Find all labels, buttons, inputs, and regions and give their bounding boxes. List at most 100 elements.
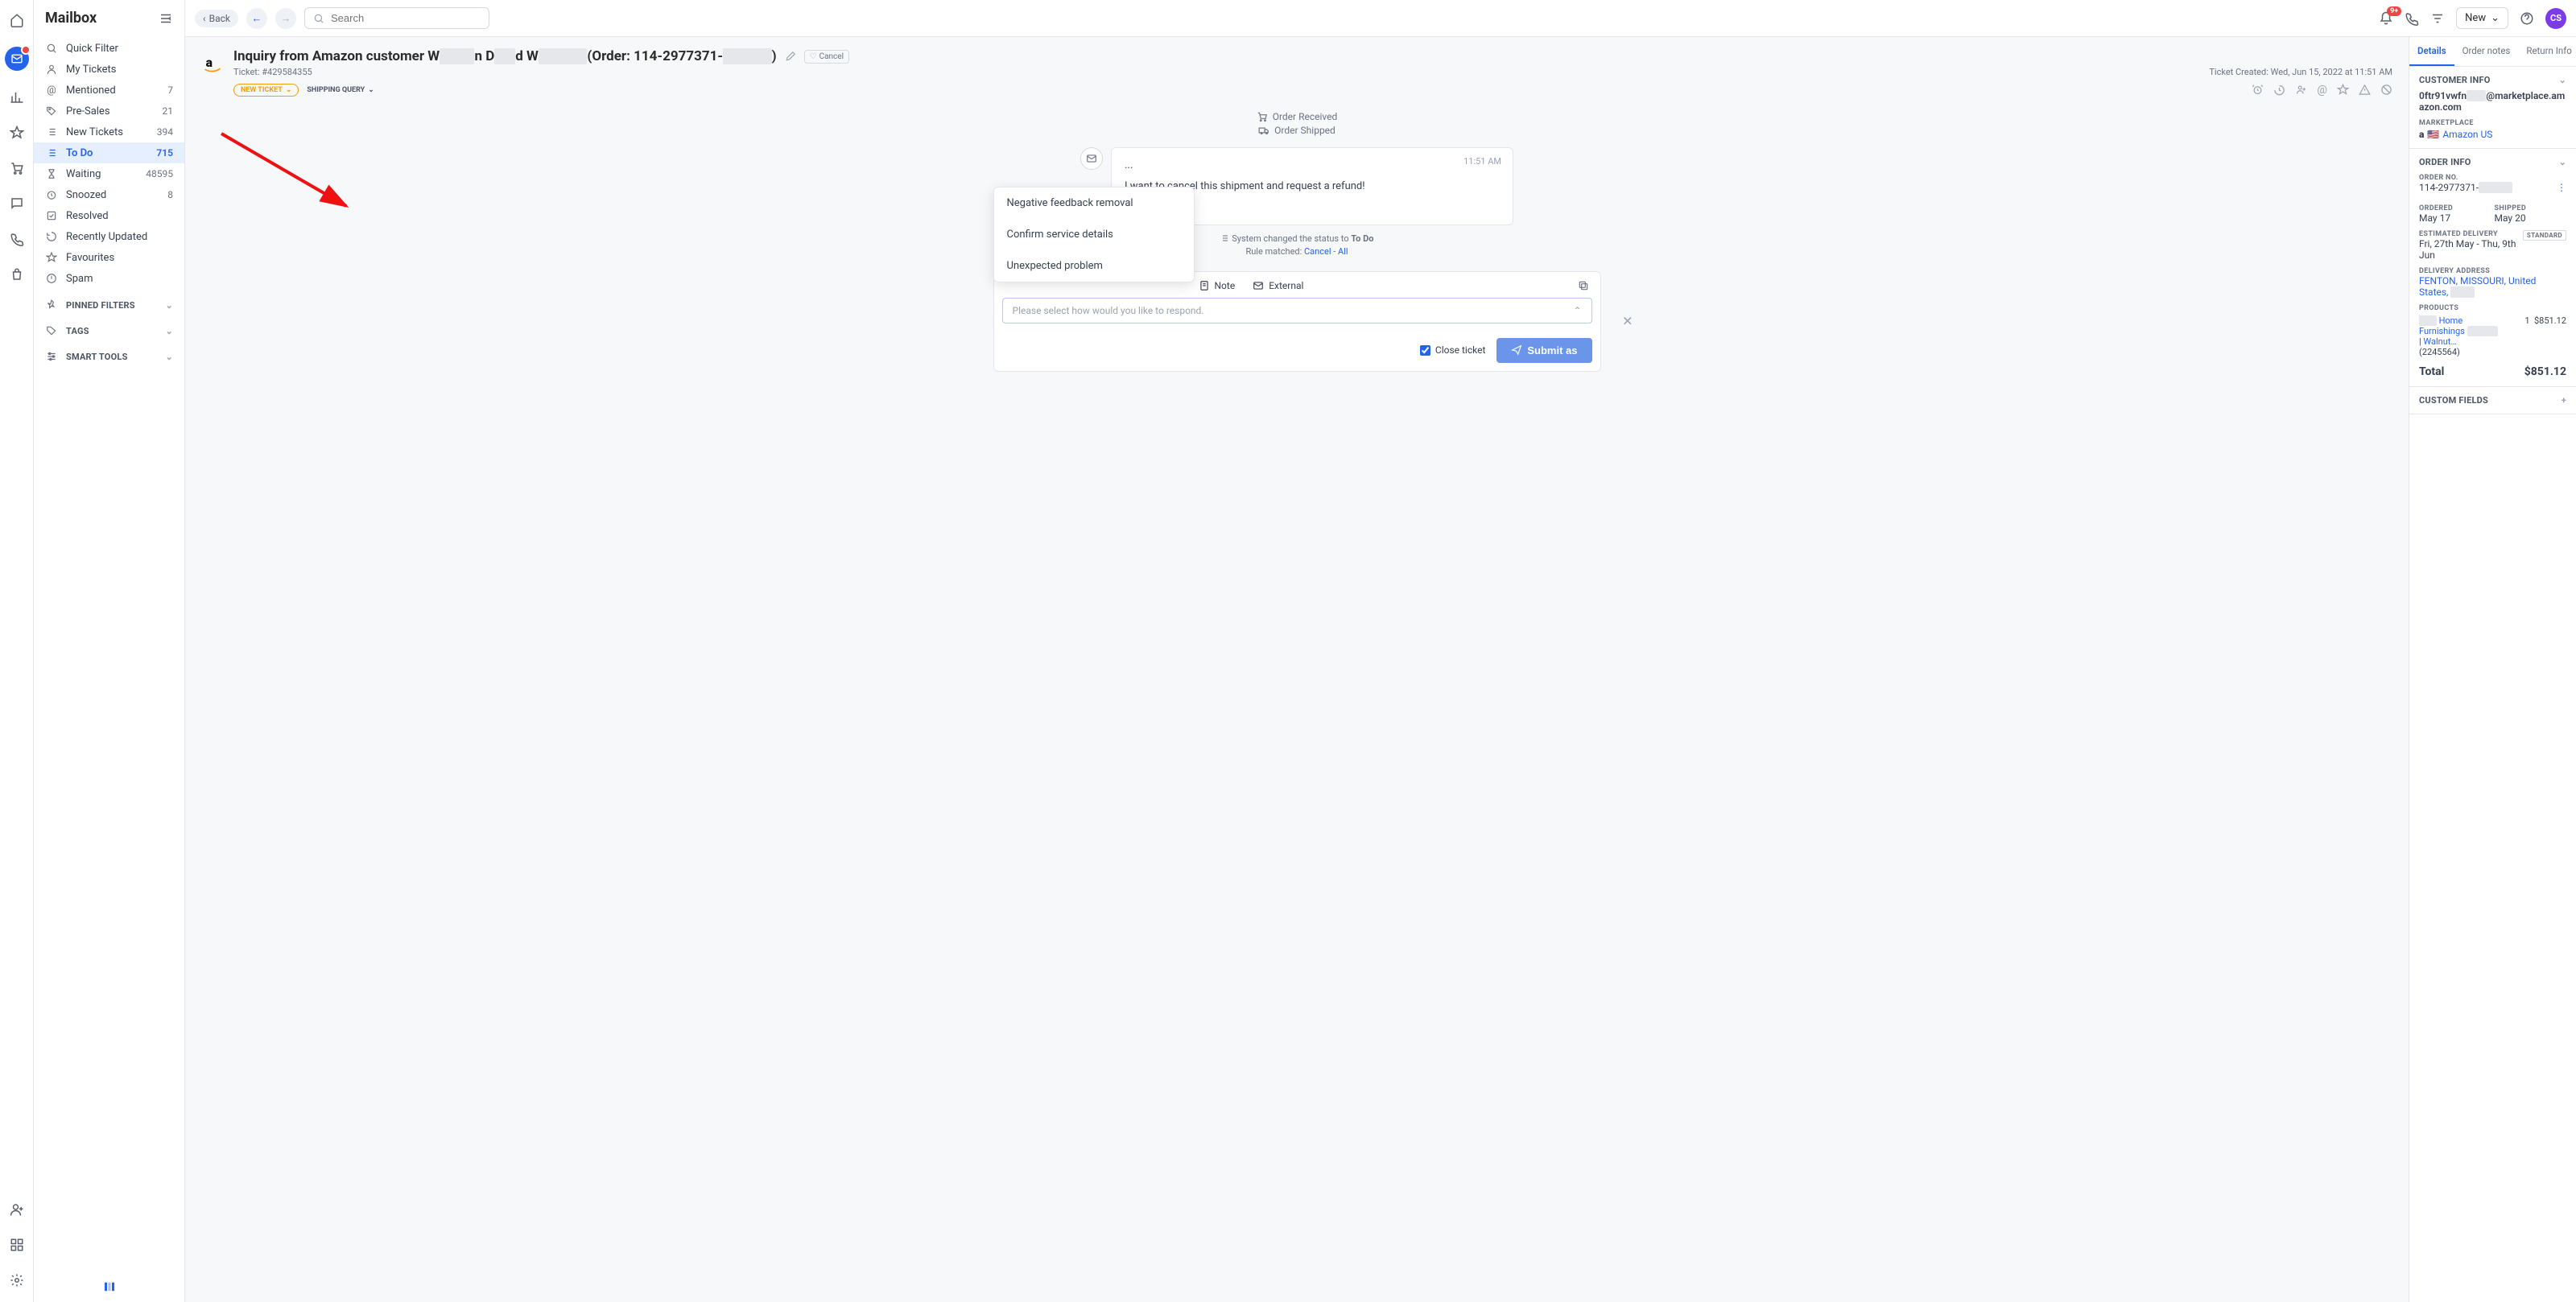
left-icon-rail: [0, 0, 34, 1302]
reply-respond-dropdown[interactable]: Please select how would you like to resp…: [1002, 298, 1592, 323]
sidebar-item-snoozed[interactable]: Snoozed8: [34, 184, 184, 205]
reply-tab-external[interactable]: External: [1253, 280, 1303, 291]
status-pill-new-ticket[interactable]: NEW TICKET ⌄: [233, 84, 299, 97]
apps-icon[interactable]: [8, 1236, 26, 1254]
order-events: Order Received Order Shipped: [201, 111, 2392, 136]
sidebar-item-to-do[interactable]: To Do715: [34, 142, 184, 163]
chevron-up-icon: ⌃: [1573, 305, 1581, 316]
sliders-icon: [45, 350, 58, 363]
help-icon[interactable]: [2520, 11, 2534, 26]
warning-icon[interactable]: [2359, 84, 2371, 97]
bag-icon[interactable]: [8, 266, 26, 283]
right-panel: Details Order notes Return Info CUSTOMER…: [2409, 37, 2576, 1302]
sidebar-section-smart-tools[interactable]: SMART TOOLS⌄: [34, 344, 184, 369]
layout-icon[interactable]: [102, 1279, 117, 1294]
add-user-icon[interactable]: [8, 1201, 26, 1218]
edit-title-icon[interactable]: [785, 51, 796, 62]
sidebar-item-new-tickets[interactable]: New Tickets394: [34, 122, 184, 142]
nav-prev-button[interactable]: ←: [246, 8, 267, 29]
new-button[interactable]: New⌄: [2456, 7, 2508, 29]
gear-icon[interactable]: [8, 1271, 26, 1289]
chart-icon[interactable]: [8, 89, 26, 106]
rp-tab-return-info[interactable]: Return Info: [2518, 37, 2576, 66]
shipping-query-tag[interactable]: SHIPPING QUERY ⌄: [307, 86, 374, 94]
reply-tab-note[interactable]: Note: [1199, 280, 1236, 291]
star-icon[interactable]: [8, 124, 26, 142]
star-icon[interactable]: [2337, 84, 2349, 97]
copy-icon[interactable]: [1578, 280, 1589, 291]
search-icon: [313, 13, 324, 24]
sidebar-item-mentioned[interactable]: @Mentioned7: [34, 80, 184, 101]
sidebar-item-label: Recently Updated: [66, 231, 147, 243]
phone-icon[interactable]: [2405, 11, 2419, 26]
rule-link-cancel[interactable]: Cancel: [1304, 246, 1331, 257]
sidebar-item-pre-sales[interactable]: Pre-Sales21: [34, 101, 184, 122]
order-menu-icon[interactable]: ⋮: [2557, 182, 2566, 193]
delivery-address-link[interactable]: FENTON, MISSOURI, United States,: [2419, 275, 2536, 298]
plus-icon[interactable]: +: [2562, 395, 2566, 406]
alarm-icon[interactable]: [2252, 84, 2264, 97]
sidebar-item-waiting[interactable]: Waiting48595: [34, 163, 184, 184]
sidebar-section-tags[interactable]: TAGS⌄: [34, 318, 184, 344]
timer-icon[interactable]: [2273, 84, 2285, 97]
sidebar-item-spam[interactable]: Spam: [34, 268, 184, 289]
sidebar-item-label: Mentioned: [66, 84, 116, 97]
rp-tab-details[interactable]: Details: [2409, 37, 2454, 66]
user-icon: [45, 63, 58, 76]
sidebar-item-label: My Tickets: [66, 64, 117, 76]
search-input[interactable]: [304, 7, 489, 29]
sidebar-item-favourites[interactable]: Favourites: [34, 247, 184, 268]
phone-icon[interactable]: [8, 230, 26, 248]
popup-item-unexpected-problem[interactable]: Unexpected problem: [994, 250, 1194, 282]
close-ticket-checkbox[interactable]: Close ticket: [1420, 344, 1485, 356]
cancel-tag[interactable]: ♡Cancel: [804, 50, 849, 64]
sidebar-item-recently-updated[interactable]: Recently Updated: [34, 226, 184, 247]
back-button[interactable]: ‹Back: [195, 10, 238, 27]
ticket-actions: @: [2252, 84, 2392, 97]
sidebar-item-quick-filter[interactable]: Quick Filter: [34, 38, 184, 59]
sidebar-title: Mailbox: [45, 10, 97, 27]
sidebar-list: Quick Filter My Tickets @Mentioned7 Pre-…: [34, 35, 184, 292]
standard-badge: STANDARD: [2523, 230, 2566, 241]
popup-item-negative-feedback[interactable]: Negative feedback removal: [994, 187, 1194, 219]
collapse-sidebar-icon[interactable]: [159, 11, 173, 26]
sidebar: Mailbox Quick Filter My Tickets @ Mention…: [34, 0, 185, 1302]
popup-item-confirm-service[interactable]: Confirm service details: [994, 219, 1194, 250]
home-icon[interactable]: [8, 11, 26, 29]
filter-icon[interactable]: [2430, 11, 2445, 26]
close-reply-icon[interactable]: ✕: [1622, 314, 1633, 329]
chevron-down-icon[interactable]: ⌄: [2559, 75, 2566, 85]
rule-link-all[interactable]: All: [1338, 246, 1348, 257]
system-note: System changed the status to To Do Rule …: [201, 233, 2392, 257]
mail-icon[interactable]: [5, 47, 29, 71]
sidebar-item-my-tickets[interactable]: My Tickets: [34, 59, 184, 80]
tag-icon: [45, 105, 58, 117]
chevron-down-icon: ⌄: [286, 86, 292, 94]
marketplace-link[interactable]: Amazon US: [2442, 129, 2492, 140]
sidebar-item-label: Pre-Sales: [66, 105, 110, 117]
ticket-created: Ticket Created: Wed, Jun 15, 2022 at 11:…: [2209, 67, 2392, 77]
message-time: 11:51 AM: [1463, 156, 1501, 167]
notifications-icon[interactable]: 9+: [2379, 11, 2393, 26]
at-icon: @: [45, 84, 58, 97]
block-icon[interactable]: [2380, 84, 2392, 97]
chevron-down-icon[interactable]: ⌄: [2559, 157, 2566, 167]
reply-area: Negative feedback removal Confirm servic…: [993, 271, 1601, 372]
assign-user-icon[interactable]: [2295, 84, 2307, 97]
at-icon[interactable]: @: [2317, 84, 2327, 97]
sidebar-item-label: Waiting: [66, 168, 101, 180]
sidebar-section-pinned-filters[interactable]: PINNED FILTERS⌄: [34, 292, 184, 318]
cart-icon[interactable]: [8, 159, 26, 177]
sidebar-item-label: Favourites: [66, 252, 114, 264]
list-icon: [45, 126, 58, 138]
submit-button[interactable]: Submit as: [1496, 338, 1591, 363]
sidebar-item-label: New Tickets: [66, 126, 123, 138]
rp-tab-order-notes[interactable]: Order notes: [2454, 37, 2519, 66]
nav-next-button[interactable]: →: [275, 8, 296, 29]
avatar[interactable]: CS: [2545, 8, 2566, 29]
sidebar-item-resolved[interactable]: Resolved: [34, 205, 184, 226]
pin-icon: [45, 299, 58, 311]
chat-icon[interactable]: [8, 195, 26, 212]
list-icon: [45, 146, 58, 159]
hourglass-icon: [45, 167, 58, 180]
